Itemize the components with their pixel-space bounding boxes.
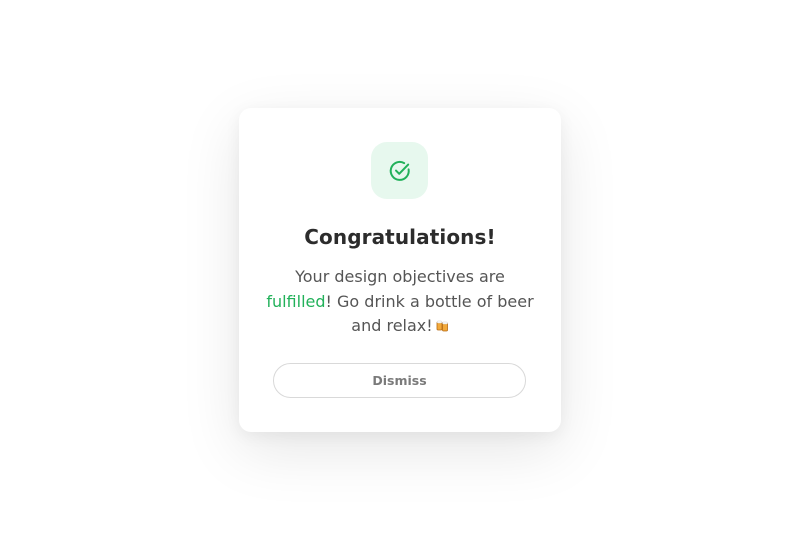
message-text-before: Your design objectives are bbox=[295, 267, 505, 286]
success-dialog: Congratulations! Your design objectives … bbox=[239, 108, 561, 432]
success-icon-tile bbox=[371, 142, 428, 199]
dialog-title: Congratulations! bbox=[304, 225, 496, 249]
dialog-message: Your design objectives are fulfilled! Go… bbox=[263, 265, 537, 339]
message-highlight: fulfilled bbox=[266, 291, 326, 311]
dismiss-button[interactable]: Dismiss bbox=[273, 363, 526, 398]
message-text-after: ! Go drink a bottle of beer and relax! bbox=[325, 291, 534, 336]
beer-mugs-icon bbox=[436, 320, 448, 332]
page-backdrop: Congratulations! Your design objectives … bbox=[0, 0, 800, 540]
check-circle-icon bbox=[389, 160, 410, 181]
